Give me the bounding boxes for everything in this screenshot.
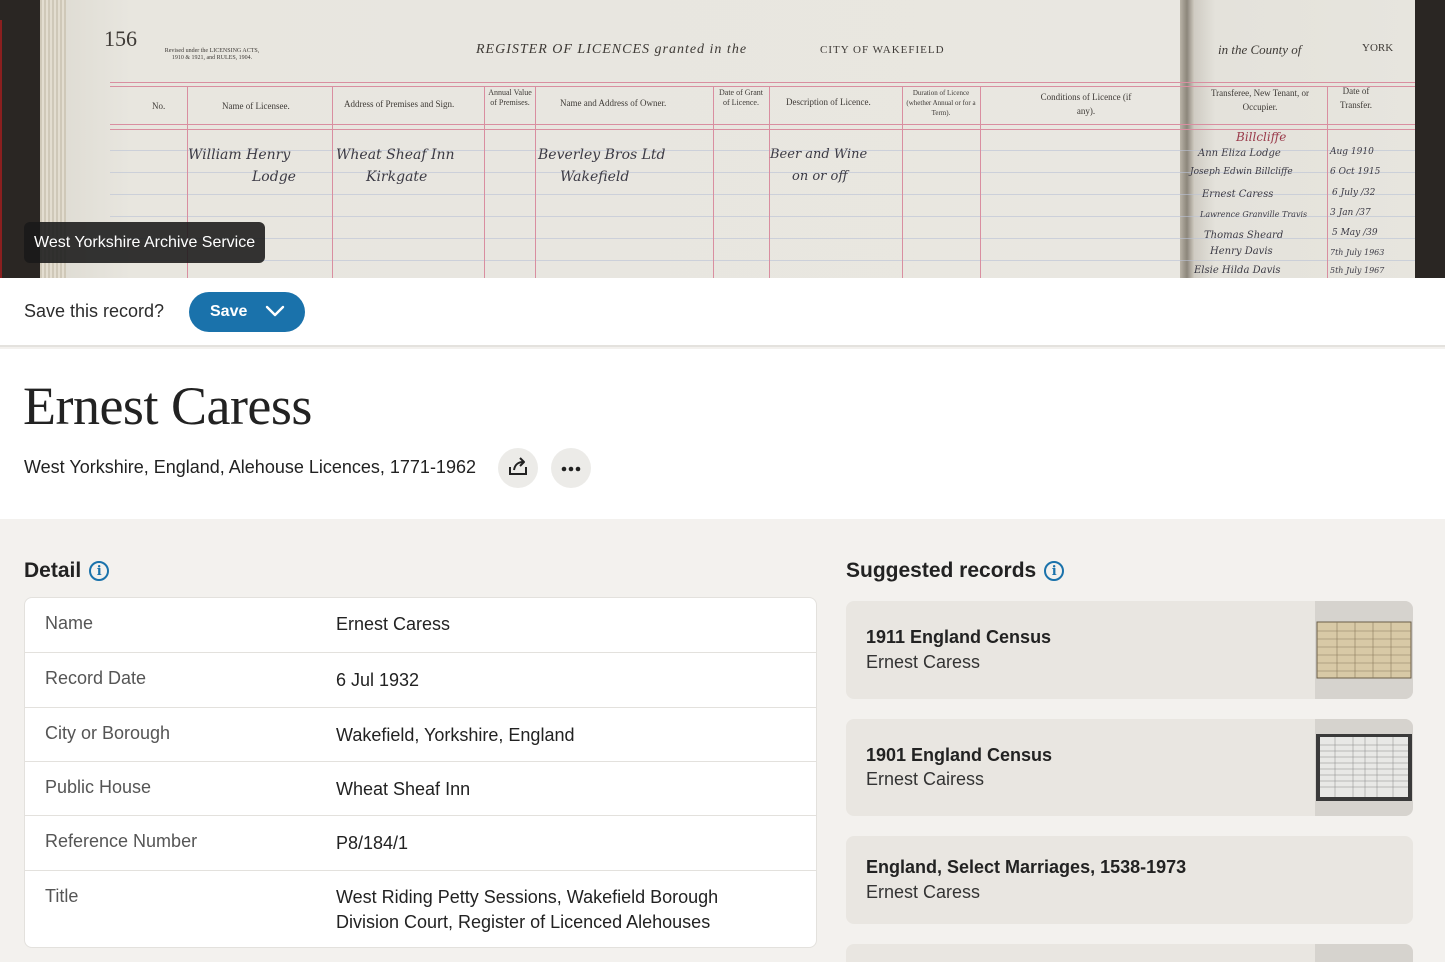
hand-licensee-1: William Henry: [188, 147, 291, 163]
archive-source-badge: West Yorkshire Archive Service: [24, 222, 266, 263]
hand-transferee: Elsie Hilda Davis: [1194, 265, 1281, 276]
detail-value: Wakefield, Yorkshire, England: [336, 725, 575, 745]
col-header: Annual Value of Premises.: [488, 88, 532, 107]
hand-description-1: Beer and Wine: [770, 147, 868, 162]
detail-label: Title: [45, 886, 79, 906]
suggested-record-card[interactable]: 1911 England Census Ernest Caress: [846, 601, 1413, 699]
collection-name[interactable]: West Yorkshire, England, Alehouse Licenc…: [24, 457, 476, 478]
share-icon: [507, 455, 529, 482]
hand-premises-1: Wheat Sheaf Inn: [336, 147, 455, 163]
detail-row-reference: Reference Number P8/184/1: [25, 815, 816, 870]
detail-heading: Detail i: [24, 559, 110, 583]
hand-transfer-date: 6 July /32: [1332, 188, 1376, 198]
suggested-record-card[interactable]: [846, 944, 1413, 962]
detail-label: City or Borough: [45, 723, 171, 743]
record-thumbnail: [1315, 944, 1413, 962]
suggested-record-name: Ernest Caress: [866, 652, 981, 672]
hand-transferee: Ernest Caress: [1202, 189, 1274, 200]
hand-transferee: Lawrence Granville Travis: [1200, 210, 1308, 219]
suggested-record-title: England, Select Marriages, 1538-1973: [866, 857, 1187, 877]
detail-value: P8/184/1: [336, 833, 409, 853]
census-thumbnail: [1315, 601, 1413, 699]
col-header: Name and Address of Owner.: [560, 98, 667, 108]
detail-row-city: City or Borough Wakefield, Yorkshire, En…: [25, 707, 816, 761]
suggested-heading: Suggested records i: [846, 559, 1065, 583]
more-icon: [561, 459, 581, 477]
hand-transfer-date: Aug 1910: [1330, 147, 1374, 157]
hand-transferee: Joseph Edwin Billcliffe: [1190, 167, 1293, 177]
col-header: Duration of Licence (whether Annual or f…: [906, 89, 976, 117]
save-record-bar: Save this record? Save: [0, 278, 1445, 347]
detail-value: Ernest Caress: [336, 614, 451, 634]
detail-row-title: Title West Riding Petty Sessions, Wakefi…: [25, 870, 816, 947]
save-button-label: Save: [210, 303, 248, 320]
ledger-county-heading: in the County of: [1218, 42, 1302, 57]
detail-heading-label: Detail: [24, 559, 82, 582]
col-header: Date of Transfer.: [1340, 86, 1372, 110]
detail-label: Public House: [45, 777, 152, 797]
suggested-record-card[interactable]: England, Select Marriages, 1538-1973 Ern…: [846, 836, 1413, 924]
detail-label: Record Date: [45, 668, 147, 688]
ledger-heading: REGISTER OF LICENCES granted in the: [476, 42, 748, 57]
hand-transfer-date: 6 Oct 1915: [1330, 167, 1381, 177]
hand-transferee: Billcliffe: [1236, 130, 1287, 144]
col-header: Transferee, New Tenant, or Occupier.: [1210, 88, 1310, 112]
col-header: Description of Licence.: [786, 97, 871, 107]
ledger-small-note: Revised under the LICENSING ACTS, 1910 &…: [164, 48, 260, 61]
hand-transferee: Ann Eliza Lodge: [1198, 148, 1281, 159]
record-image-viewer[interactable]: 156 Revised under the LICENSING ACTS, 19…: [0, 0, 1445, 278]
save-button[interactable]: Save: [189, 292, 305, 332]
hand-transfer-date: 5th July 1967: [1330, 266, 1385, 275]
info-icon[interactable]: i: [89, 561, 110, 581]
chevron-down-icon: [265, 304, 285, 323]
detail-value: West Riding Petty Sessions, Wakefield Bo…: [336, 887, 719, 932]
col-header: Date of Grant of Licence.: [719, 88, 763, 107]
ledger-county: YORK: [1362, 42, 1394, 54]
ledger-page-number: 156: [104, 26, 137, 51]
book-binding: [0, 20, 2, 278]
col-header: No.: [152, 101, 166, 111]
suggested-record-name: Ernest Caress: [866, 882, 981, 902]
detail-row-record-date: Record Date 6 Jul 1932: [25, 652, 816, 707]
more-options-button[interactable]: [551, 448, 591, 488]
hand-licensee-2: Lodge: [252, 169, 296, 185]
detail-value: Wheat Sheaf Inn: [336, 779, 471, 799]
save-prompt: Save this record?: [24, 301, 165, 321]
hand-transfer-date: 3 Jan /37: [1330, 208, 1371, 218]
suggested-record-name: Ernest Cairess: [866, 769, 985, 789]
detail-table: Name Ernest Caress Record Date 6 Jul 193…: [24, 597, 817, 948]
hand-owner-1: Beverley Bros Ltd: [538, 147, 666, 163]
hand-transfer-date: 7th July 1963: [1330, 248, 1385, 257]
record-title: Ernest Caress: [23, 376, 312, 436]
census-thumbnail: [1315, 719, 1413, 816]
hand-description-2: on or off: [792, 169, 848, 184]
detail-row-name: Name Ernest Caress: [25, 598, 816, 652]
suggested-record-title: 1911 England Census: [866, 627, 1052, 647]
record-header: Ernest Caress West Yorkshire, England, A…: [0, 349, 1445, 519]
detail-row-public-house: Public House Wheat Sheaf Inn: [25, 761, 816, 815]
hand-premises-2: Kirkgate: [366, 169, 428, 185]
hand-transferee: Henry Davis: [1210, 246, 1273, 257]
info-icon[interactable]: i: [1044, 561, 1065, 581]
suggested-record-card[interactable]: 1901 England Census Ernest Cairess: [846, 719, 1413, 816]
hand-owner-2: Wakefield: [560, 169, 630, 185]
col-header: Name of Licensee.: [222, 101, 290, 111]
suggested-heading-label: Suggested records: [846, 559, 1037, 582]
detail-label: Reference Number: [45, 831, 198, 851]
hand-transfer-date: 5 May /39: [1332, 228, 1378, 238]
hand-transferee: Thomas Sheard: [1204, 230, 1284, 241]
detail-label: Name: [45, 613, 94, 633]
share-button[interactable]: [498, 448, 538, 488]
col-header: Conditions of Licence (if any).: [1040, 92, 1132, 116]
col-header: Address of Premises and Sign.: [344, 99, 455, 109]
ledger-city: CITY OF WAKEFIELD: [820, 44, 945, 56]
suggested-record-title: 1901 England Census: [866, 745, 1053, 765]
detail-value: 6 Jul 1932: [336, 670, 420, 690]
